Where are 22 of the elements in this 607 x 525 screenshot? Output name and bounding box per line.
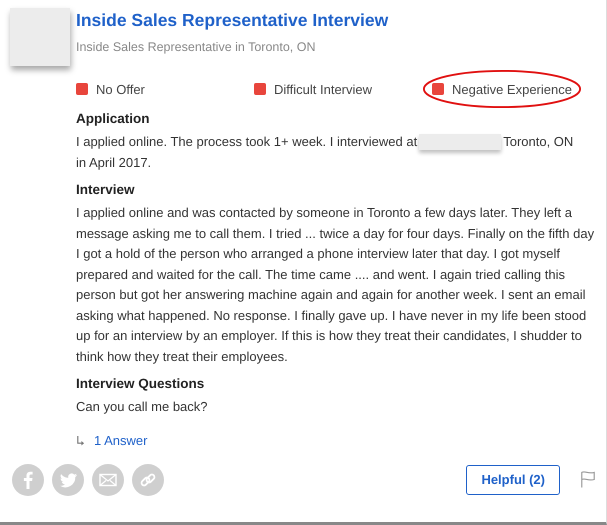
- section-heading: Interview Questions: [76, 376, 206, 391]
- application-text: Toronto, ON: [503, 133, 574, 151]
- reply-arrow-icon: [76, 434, 85, 446]
- interview-text: I applied online and was contacted by someone in Toronto a few days later. They left a message asking me to call them. I tried ... twice a day for four days. Finally on the fifth day I got a hold of the person who arranged a phone interview later that day. I got myself prepared and waited for the call. The time came .... and went. I again tried calling this person but got her answering machine again and again for another week. I sent an email asking what happened. No response. I finally gave up. I have never in my life been stood up for an interview by an employer. If this is how they treat their candidates, I shudder to think how they treat their employees.: [76, 204, 596, 366]
- chain-link-icon[interactable]: [132, 464, 164, 496]
- section-heading: Interview: [76, 182, 136, 197]
- facebook-icon[interactable]: [12, 464, 44, 496]
- envelope-icon[interactable]: [92, 464, 124, 496]
- logo-placeholder: [10, 8, 70, 66]
- application-text: I applied online. The process took 1+ week. I interviewed at: [76, 133, 418, 151]
- review-title[interactable]: Inside Sales Representative Interview: [76, 10, 388, 31]
- flag-icon[interactable]: [580, 470, 596, 489]
- answers-link[interactable]: 1 Answer: [94, 432, 148, 448]
- tag-label: Difficult Interview: [274, 82, 372, 96]
- section-heading: Application: [76, 111, 150, 126]
- helpful-button[interactable]: Helpful (2): [466, 464, 560, 494]
- tag-label: No Offer: [96, 82, 145, 96]
- question-text: Can you call me back?: [76, 398, 209, 416]
- tag-label: Negative Experience: [452, 82, 572, 96]
- bird-icon[interactable]: [52, 464, 84, 496]
- application-text: in April 2017.: [76, 154, 152, 172]
- job-location: Inside Sales Representative in Toronto, ON: [76, 40, 316, 54]
